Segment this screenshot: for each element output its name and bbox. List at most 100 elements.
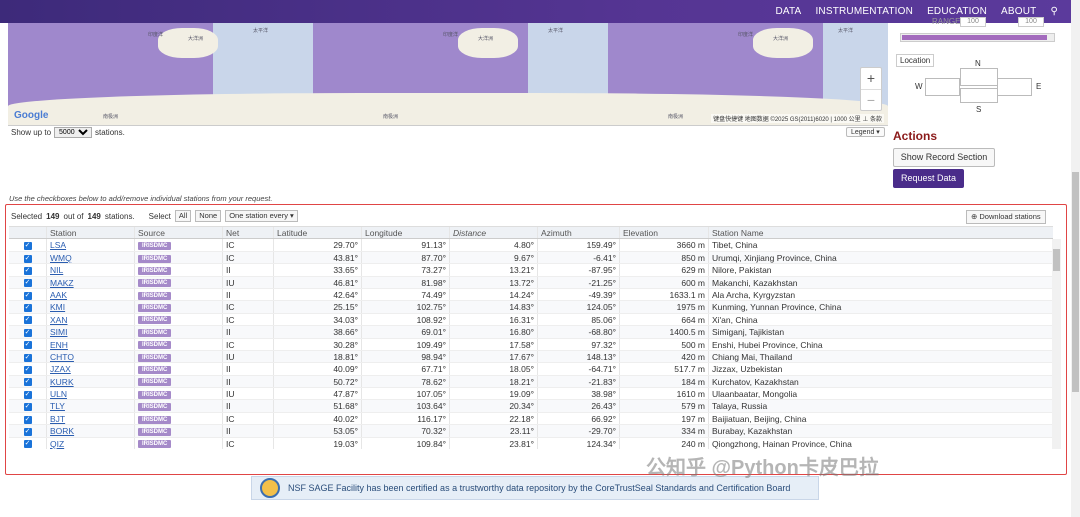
search-icon[interactable]: ⚲ <box>1050 6 1058 17</box>
checkbox-hint: Use the checkboxes below to add/remove i… <box>9 194 273 203</box>
row-checkbox[interactable]: ✓ <box>23 353 32 362</box>
col-source[interactable]: Source <box>135 227 223 239</box>
east-input[interactable] <box>997 78 1032 96</box>
distance-cell: 18.05° <box>509 364 534 375</box>
map-label: 太平洋 <box>548 28 564 34</box>
station-code-link[interactable]: CHTO <box>50 352 74 362</box>
row-checkbox[interactable]: ✓ <box>23 403 32 412</box>
row-checkbox[interactable]: ✓ <box>23 415 32 424</box>
table-scroll-thumb[interactable] <box>1053 249 1060 271</box>
col-latitude[interactable]: Latitude <box>274 227 362 239</box>
select-none-button[interactable]: None <box>195 210 222 222</box>
station-code-link-wrap: MAKZ <box>47 276 135 288</box>
row-checkbox[interactable]: ✓ <box>23 341 32 350</box>
distance-cell: 20.34° <box>509 401 534 412</box>
net-cell: IU <box>226 277 235 288</box>
station-code-link[interactable]: WMQ <box>50 253 72 263</box>
west-input[interactable] <box>925 78 960 96</box>
request-data-button[interactable]: Request Data <box>893 169 964 188</box>
legend-button[interactable]: Legend ▾ <box>846 127 885 137</box>
row-checkbox[interactable]: ✓ <box>23 390 32 399</box>
col-longitude[interactable]: Longitude <box>362 227 450 239</box>
row-checkbox[interactable]: ✓ <box>23 304 32 313</box>
row-checkbox[interactable]: ✓ <box>23 378 32 387</box>
station-code-link[interactable]: BJT <box>50 414 65 424</box>
range-max-input[interactable]: 100 <box>1018 17 1044 27</box>
elevation-cell: 517.7 m <box>674 364 705 375</box>
latitude-cell: 46.81° <box>333 277 358 288</box>
range-slider[interactable] <box>900 33 1055 42</box>
nav-about[interactable]: ABOUT <box>1001 6 1036 17</box>
col-distance[interactable]: Distance <box>450 227 538 239</box>
east-label: E <box>1036 82 1042 91</box>
latitude-cell: 53.05° <box>333 426 358 437</box>
south-input[interactable] <box>960 88 998 103</box>
station-code-link[interactable]: SIMI <box>50 327 67 337</box>
col-elevation[interactable]: Elevation <box>620 227 709 239</box>
page-scrollbar[interactable] <box>1071 0 1080 517</box>
row-checkbox[interactable]: ✓ <box>23 291 32 300</box>
col-station-name[interactable]: Station Name <box>709 227 1053 238</box>
elevation-cell: 664 m <box>681 314 705 325</box>
row-checkbox[interactable]: ✓ <box>23 316 32 325</box>
station-name-cell: Makanchi, Kazakhstan <box>712 277 798 288</box>
col-net[interactable]: Net <box>223 227 274 239</box>
row-checkbox[interactable]: ✓ <box>23 440 32 449</box>
row-checkbox[interactable]: ✓ <box>23 279 32 288</box>
azimuth-cell-wrap: 97.32° <box>538 338 620 350</box>
col-station[interactable]: Station <box>47 227 135 239</box>
nav-data[interactable]: DATA <box>775 6 801 17</box>
map-label: 南极洲 <box>103 114 119 120</box>
north-input[interactable] <box>960 68 998 86</box>
row-checkbox-cell: ✓ <box>9 301 47 313</box>
row-checkbox[interactable]: ✓ <box>23 266 32 275</box>
station-code-link[interactable]: ENH <box>50 340 68 350</box>
zoom-out-button[interactable]: − <box>861 89 881 110</box>
nav-instrumentation[interactable]: INSTRUMENTATION <box>815 6 913 17</box>
longitude-cell: 69.01° <box>421 327 446 338</box>
elevation-cell: 334 m <box>681 426 705 437</box>
table-row: ✓ BORK IRISDMC II 53.05° 70.32° 23.11° -29.70° 3… <box>9 425 1053 438</box>
selection-toolbar: Selected 149 out of 149 stations. Select… <box>11 210 298 222</box>
station-name-cell: Baijiatuan, Beijing, China <box>712 413 807 424</box>
station-code-link[interactable]: KURK <box>50 377 74 387</box>
station-code-link[interactable]: XAN <box>50 315 67 325</box>
station-every-dropdown[interactable]: One station every ▾ <box>225 210 298 222</box>
station-map[interactable]: 印度洋 大洋洲 太平洋 南极洲 印度洋 大洋洲 太平洋 南极洲 印度洋 大洋洲 … <box>8 23 888 126</box>
station-code-link[interactable]: BORK <box>50 426 74 436</box>
row-checkbox[interactable]: ✓ <box>23 366 32 375</box>
map-attribution[interactable]: 键盘快捷键 地图数据 ©2025 GS(2011)6020 | 1000 公里 … <box>711 114 884 123</box>
station-name-cell: Kurchatov, Kazakhstan <box>712 376 799 387</box>
longitude-cell: 98.94° <box>421 351 446 362</box>
longitude-cell: 67.71° <box>421 364 446 375</box>
station-code-link[interactable]: LSA <box>50 240 66 250</box>
row-checkbox[interactable]: ✓ <box>23 242 32 251</box>
nav-education[interactable]: EDUCATION <box>927 6 987 17</box>
page-scroll-thumb[interactable] <box>1072 172 1079 392</box>
station-code-link[interactable]: MAKZ <box>50 278 74 288</box>
row-checkbox-cell: ✓ <box>9 388 47 400</box>
station-code-link[interactable]: TLY <box>50 401 65 411</box>
distance-cell-wrap: 4.80° <box>450 239 538 251</box>
show-record-section-button[interactable]: Show Record Section <box>893 148 995 167</box>
latitude-cell-wrap: 34.03° <box>274 313 362 326</box>
row-checkbox[interactable]: ✓ <box>23 254 32 263</box>
source-badge: IRISDMC <box>138 440 172 449</box>
row-checkbox[interactable]: ✓ <box>23 328 32 337</box>
station-code-link[interactable]: ULN <box>50 389 67 399</box>
latitude-cell-wrap: 43.81° <box>274 251 362 264</box>
station-code-link[interactable]: JZAX <box>50 364 71 374</box>
station-limit-select[interactable]: 5000 <box>54 127 93 138</box>
download-stations-button[interactable]: ⊕ Download stations <box>966 210 1046 224</box>
col-azimuth[interactable]: Azimuth <box>538 227 620 239</box>
table-scrollbar[interactable] <box>1052 239 1061 449</box>
source-badge: IRISDMC <box>138 254 172 263</box>
range-min-input[interactable]: 100 <box>960 17 986 27</box>
station-code-link[interactable]: NIL <box>50 265 63 275</box>
station-code-link[interactable]: KMI <box>50 302 65 312</box>
zoom-in-button[interactable]: + <box>861 68 881 89</box>
select-all-button[interactable]: All <box>174 210 192 222</box>
station-code-link[interactable]: AAK <box>50 290 67 300</box>
row-checkbox[interactable]: ✓ <box>23 428 32 436</box>
station-code-link[interactable]: QIZ <box>50 439 64 449</box>
